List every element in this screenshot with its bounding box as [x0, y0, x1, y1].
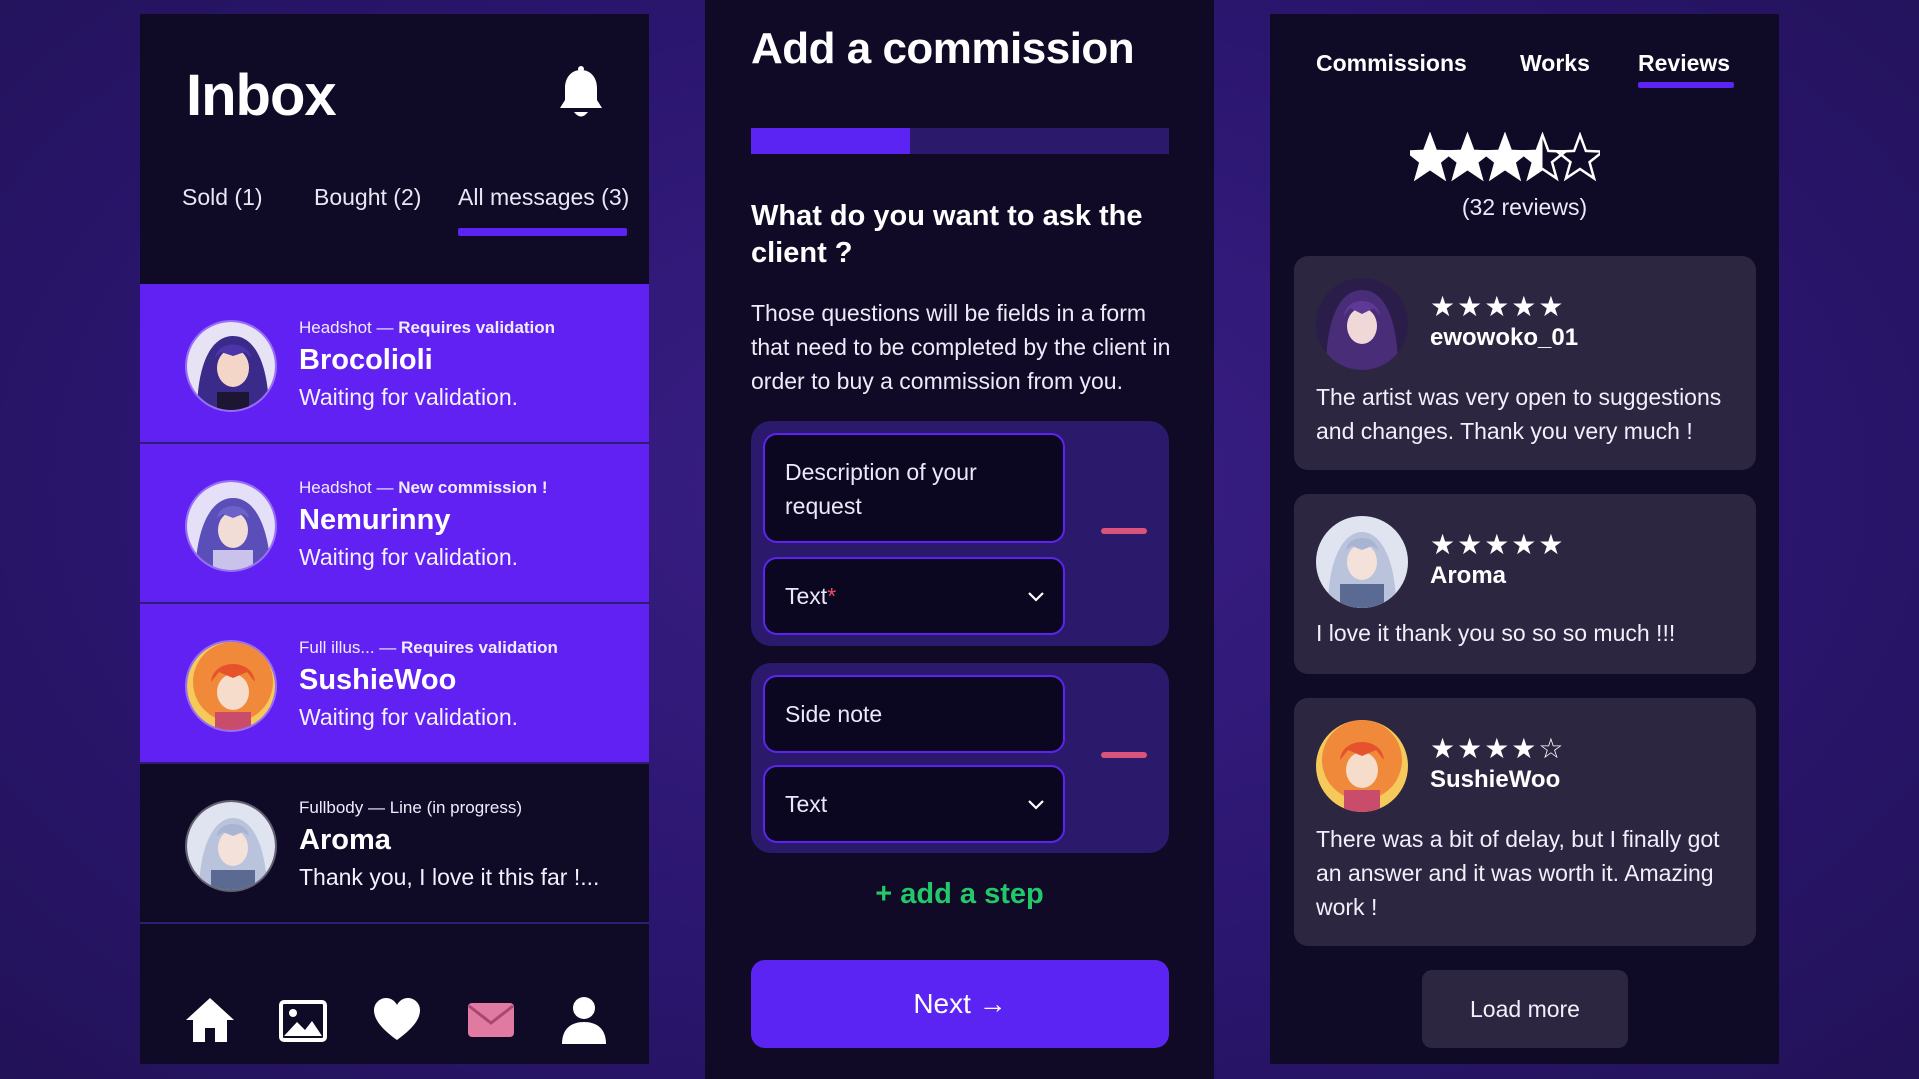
review-text: There was a bit of delay, but I finally …	[1316, 826, 1720, 920]
progress-fill	[751, 128, 910, 154]
chevron-down-icon	[1028, 800, 1044, 810]
rating-stars	[1410, 132, 1600, 182]
progress-bar	[751, 128, 1169, 154]
gallery-icon[interactable]	[277, 994, 329, 1046]
inbox-panel: Inbox Sold (1) Bought (2) All messages (…	[140, 14, 649, 1064]
avatar	[1316, 516, 1408, 608]
form-step-1: Description of your request Text*	[751, 421, 1169, 646]
review-count: (32 reviews)	[1461, 194, 1588, 220]
field-type-select[interactable]: Text	[763, 765, 1065, 843]
bell-icon[interactable]	[555, 66, 607, 122]
load-more-button[interactable]: Load more	[1422, 970, 1628, 1048]
message-preview: Waiting for validation.	[299, 704, 519, 730]
message-item-nemurinny[interactable]: Headshot — New commission ! Nemurinny Wa…	[140, 444, 649, 604]
avatar	[185, 320, 277, 412]
section-heading: What do you want to ask the client ?	[751, 200, 1143, 269]
message-sender: Aroma	[299, 824, 391, 856]
message-meta: Headshot — Requires validation	[299, 318, 556, 337]
avatar	[185, 800, 277, 892]
page-title: Add a commission	[751, 24, 1135, 73]
tab-bought[interactable]: Bought (2)	[314, 184, 421, 211]
message-sender: Nemurinny	[299, 504, 451, 536]
review-text: I love it thank you so so so much !!!	[1316, 620, 1676, 646]
profile-icon[interactable]	[558, 994, 610, 1046]
review-author: Aroma	[1430, 562, 1507, 589]
tab-works[interactable]: Works	[1520, 50, 1590, 77]
home-icon[interactable]	[184, 994, 236, 1046]
message-meta: Full illus... — Requires validation	[299, 638, 558, 657]
tab-sold[interactable]: Sold (1)	[182, 184, 263, 211]
review-stars: ★★★★★	[1430, 529, 1566, 560]
message-item-aroma[interactable]: Fullbody — Line (in progress) Aroma Than…	[140, 764, 649, 924]
next-button[interactable]: Next →	[751, 960, 1169, 1048]
tab-commissions[interactable]: Commissions	[1316, 50, 1467, 77]
message-meta: Fullbody — Line (in progress)	[299, 798, 522, 817]
review-author: SushieWoo	[1430, 766, 1561, 793]
required-marker: *	[827, 583, 837, 609]
active-tab-indicator	[458, 228, 627, 236]
star-filled-icon	[1444, 135, 1491, 179]
message-preview: Waiting for validation.	[299, 384, 519, 410]
add-step-button[interactable]: + add a step	[705, 878, 1214, 911]
reviews-panel: Commissions Works Reviews (32 reviews) ★…	[1270, 14, 1779, 1064]
message-preview: Thank you, I love it this far !...	[299, 864, 600, 890]
review-card: ★★★★★ Aroma I love it thank you so so so…	[1294, 494, 1756, 674]
field-type-select[interactable]: Text*	[763, 557, 1065, 635]
star-filled-icon	[1482, 135, 1528, 179]
avatar	[185, 480, 277, 572]
question-field[interactable]: Description of your request	[763, 433, 1065, 543]
chevron-down-icon	[1028, 592, 1044, 602]
section-description: Those questions will be fields in a form…	[751, 300, 1171, 394]
add-commission-panel: Add a commission What do you want to ask…	[705, 0, 1214, 1079]
message-item-brocolioli[interactable]: Headshot — Requires validation Brocoliol…	[140, 284, 649, 444]
remove-step-button[interactable]	[1101, 528, 1147, 534]
tab-reviews[interactable]: Reviews	[1638, 50, 1730, 77]
field-type-value: Text	[785, 583, 828, 609]
field-type-value: Text	[785, 791, 828, 817]
mail-icon[interactable]	[465, 994, 517, 1046]
star-outline-icon	[1553, 132, 1600, 182]
message-sender: SushieWoo	[299, 664, 457, 696]
review-card: ★★★★★ ewowoko_01 The artist was very ope…	[1294, 256, 1756, 470]
tab-all-messages[interactable]: All messages (3)	[458, 184, 629, 211]
review-stars: ★★★★☆	[1430, 733, 1566, 764]
review-stars: ★★★★★	[1430, 291, 1566, 322]
message-meta: Headshot — New commission !	[299, 478, 548, 497]
review-card: ★★★★☆ SushieWoo There was a bit of delay…	[1294, 698, 1756, 946]
active-tab-indicator	[1638, 82, 1734, 88]
review-text: The artist was very open to suggestions …	[1316, 384, 1722, 444]
heart-icon[interactable]	[371, 994, 423, 1046]
avatar	[185, 640, 277, 732]
message-preview: Waiting for validation.	[299, 544, 519, 570]
avatar	[1316, 720, 1408, 812]
question-field[interactable]: Side note	[763, 675, 1065, 753]
avatar	[1316, 278, 1408, 370]
page-title: Inbox	[186, 63, 337, 128]
review-author: ewowoko_01	[1430, 324, 1579, 351]
message-sender: Brocolioli	[299, 344, 433, 376]
remove-step-button[interactable]	[1101, 752, 1147, 758]
form-step-2: Side note Text	[751, 663, 1169, 853]
message-item-sushiewoo[interactable]: Full illus... — Requires validation Sush…	[140, 604, 649, 764]
bottom-nav	[140, 974, 649, 1064]
